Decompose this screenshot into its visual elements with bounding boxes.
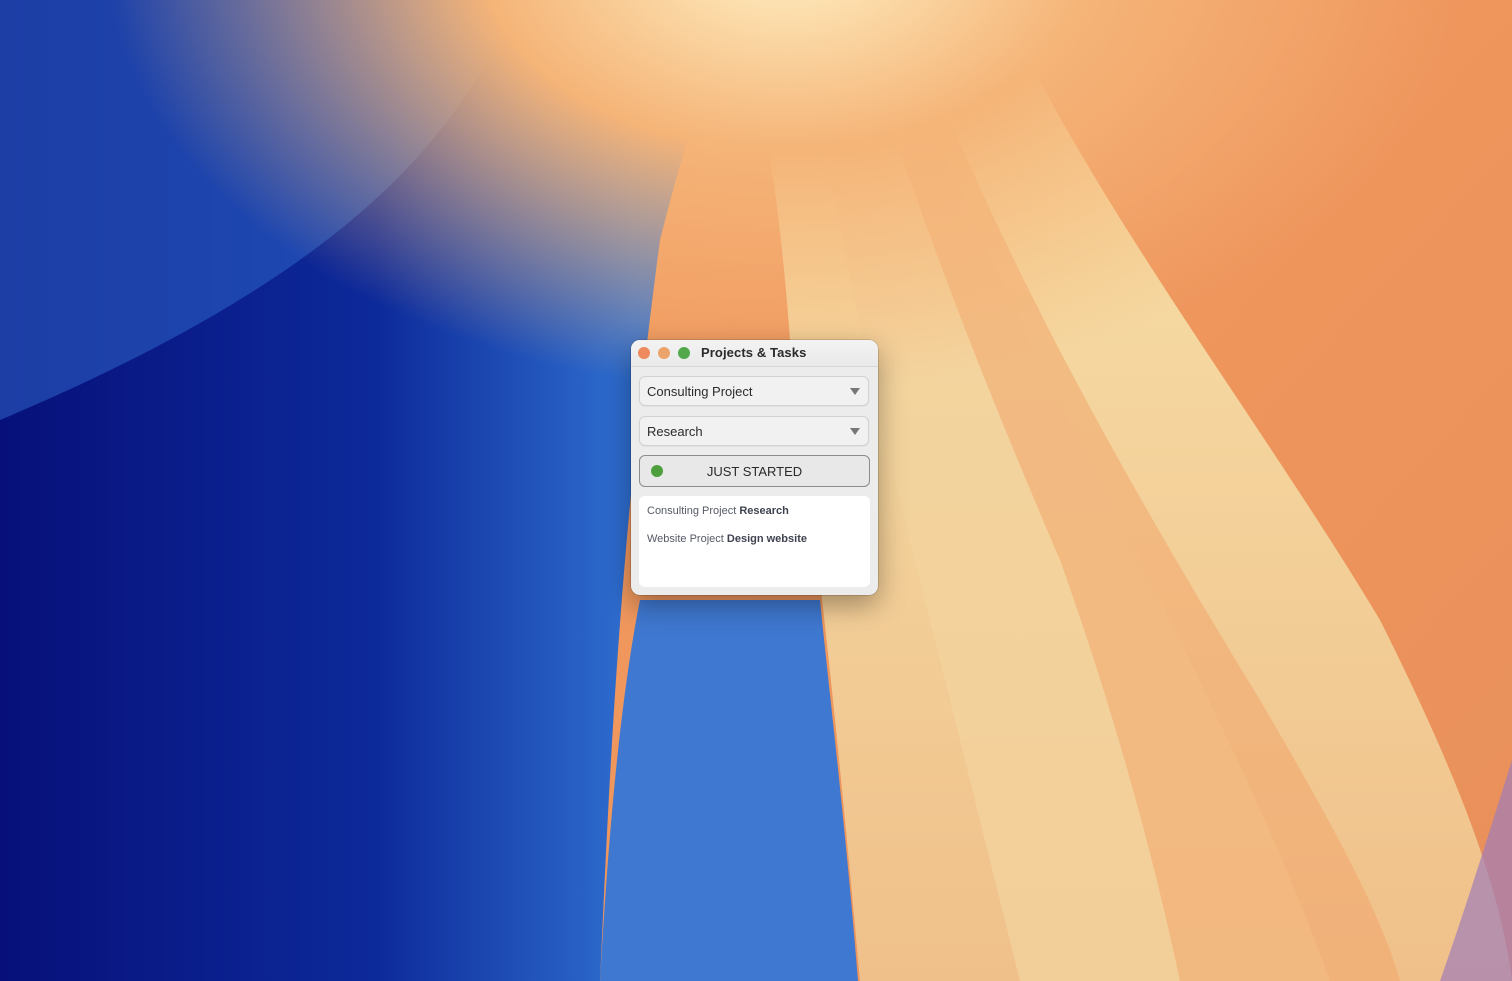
zoom-window-button[interactable] bbox=[678, 347, 690, 359]
entry-task: Design website bbox=[726, 533, 807, 545]
project-select[interactable]: Consulting Project bbox=[639, 376, 869, 406]
entry-project: Consulting Project bbox=[647, 505, 737, 517]
task-select-value: Research bbox=[647, 424, 703, 439]
recent-entries-list: Consulting Project Research Website Proj… bbox=[639, 496, 870, 587]
desktop: Projects & Tasks Consulting Project Rese… bbox=[0, 0, 1512, 981]
entry-project: Website Project bbox=[647, 533, 724, 545]
project-select-value: Consulting Project bbox=[647, 384, 753, 399]
window-title: Projects & Tasks bbox=[701, 345, 807, 360]
minimize-window-button[interactable] bbox=[658, 347, 670, 359]
chevron-down-icon bbox=[850, 428, 860, 435]
close-window-button[interactable] bbox=[638, 347, 650, 359]
chevron-down-icon bbox=[850, 388, 860, 395]
task-select[interactable]: Research bbox=[639, 416, 869, 446]
status-button-label: JUST STARTED bbox=[706, 464, 803, 479]
projects-tasks-window: Projects & Tasks Consulting Project Rese… bbox=[631, 340, 878, 595]
window-titlebar[interactable]: Projects & Tasks bbox=[631, 340, 878, 367]
status-button[interactable]: JUST STARTED bbox=[639, 455, 870, 487]
list-item[interactable]: Website Project Design website bbox=[647, 533, 807, 545]
entry-task: Research bbox=[739, 505, 789, 517]
list-item[interactable]: Consulting Project Research bbox=[647, 505, 789, 517]
